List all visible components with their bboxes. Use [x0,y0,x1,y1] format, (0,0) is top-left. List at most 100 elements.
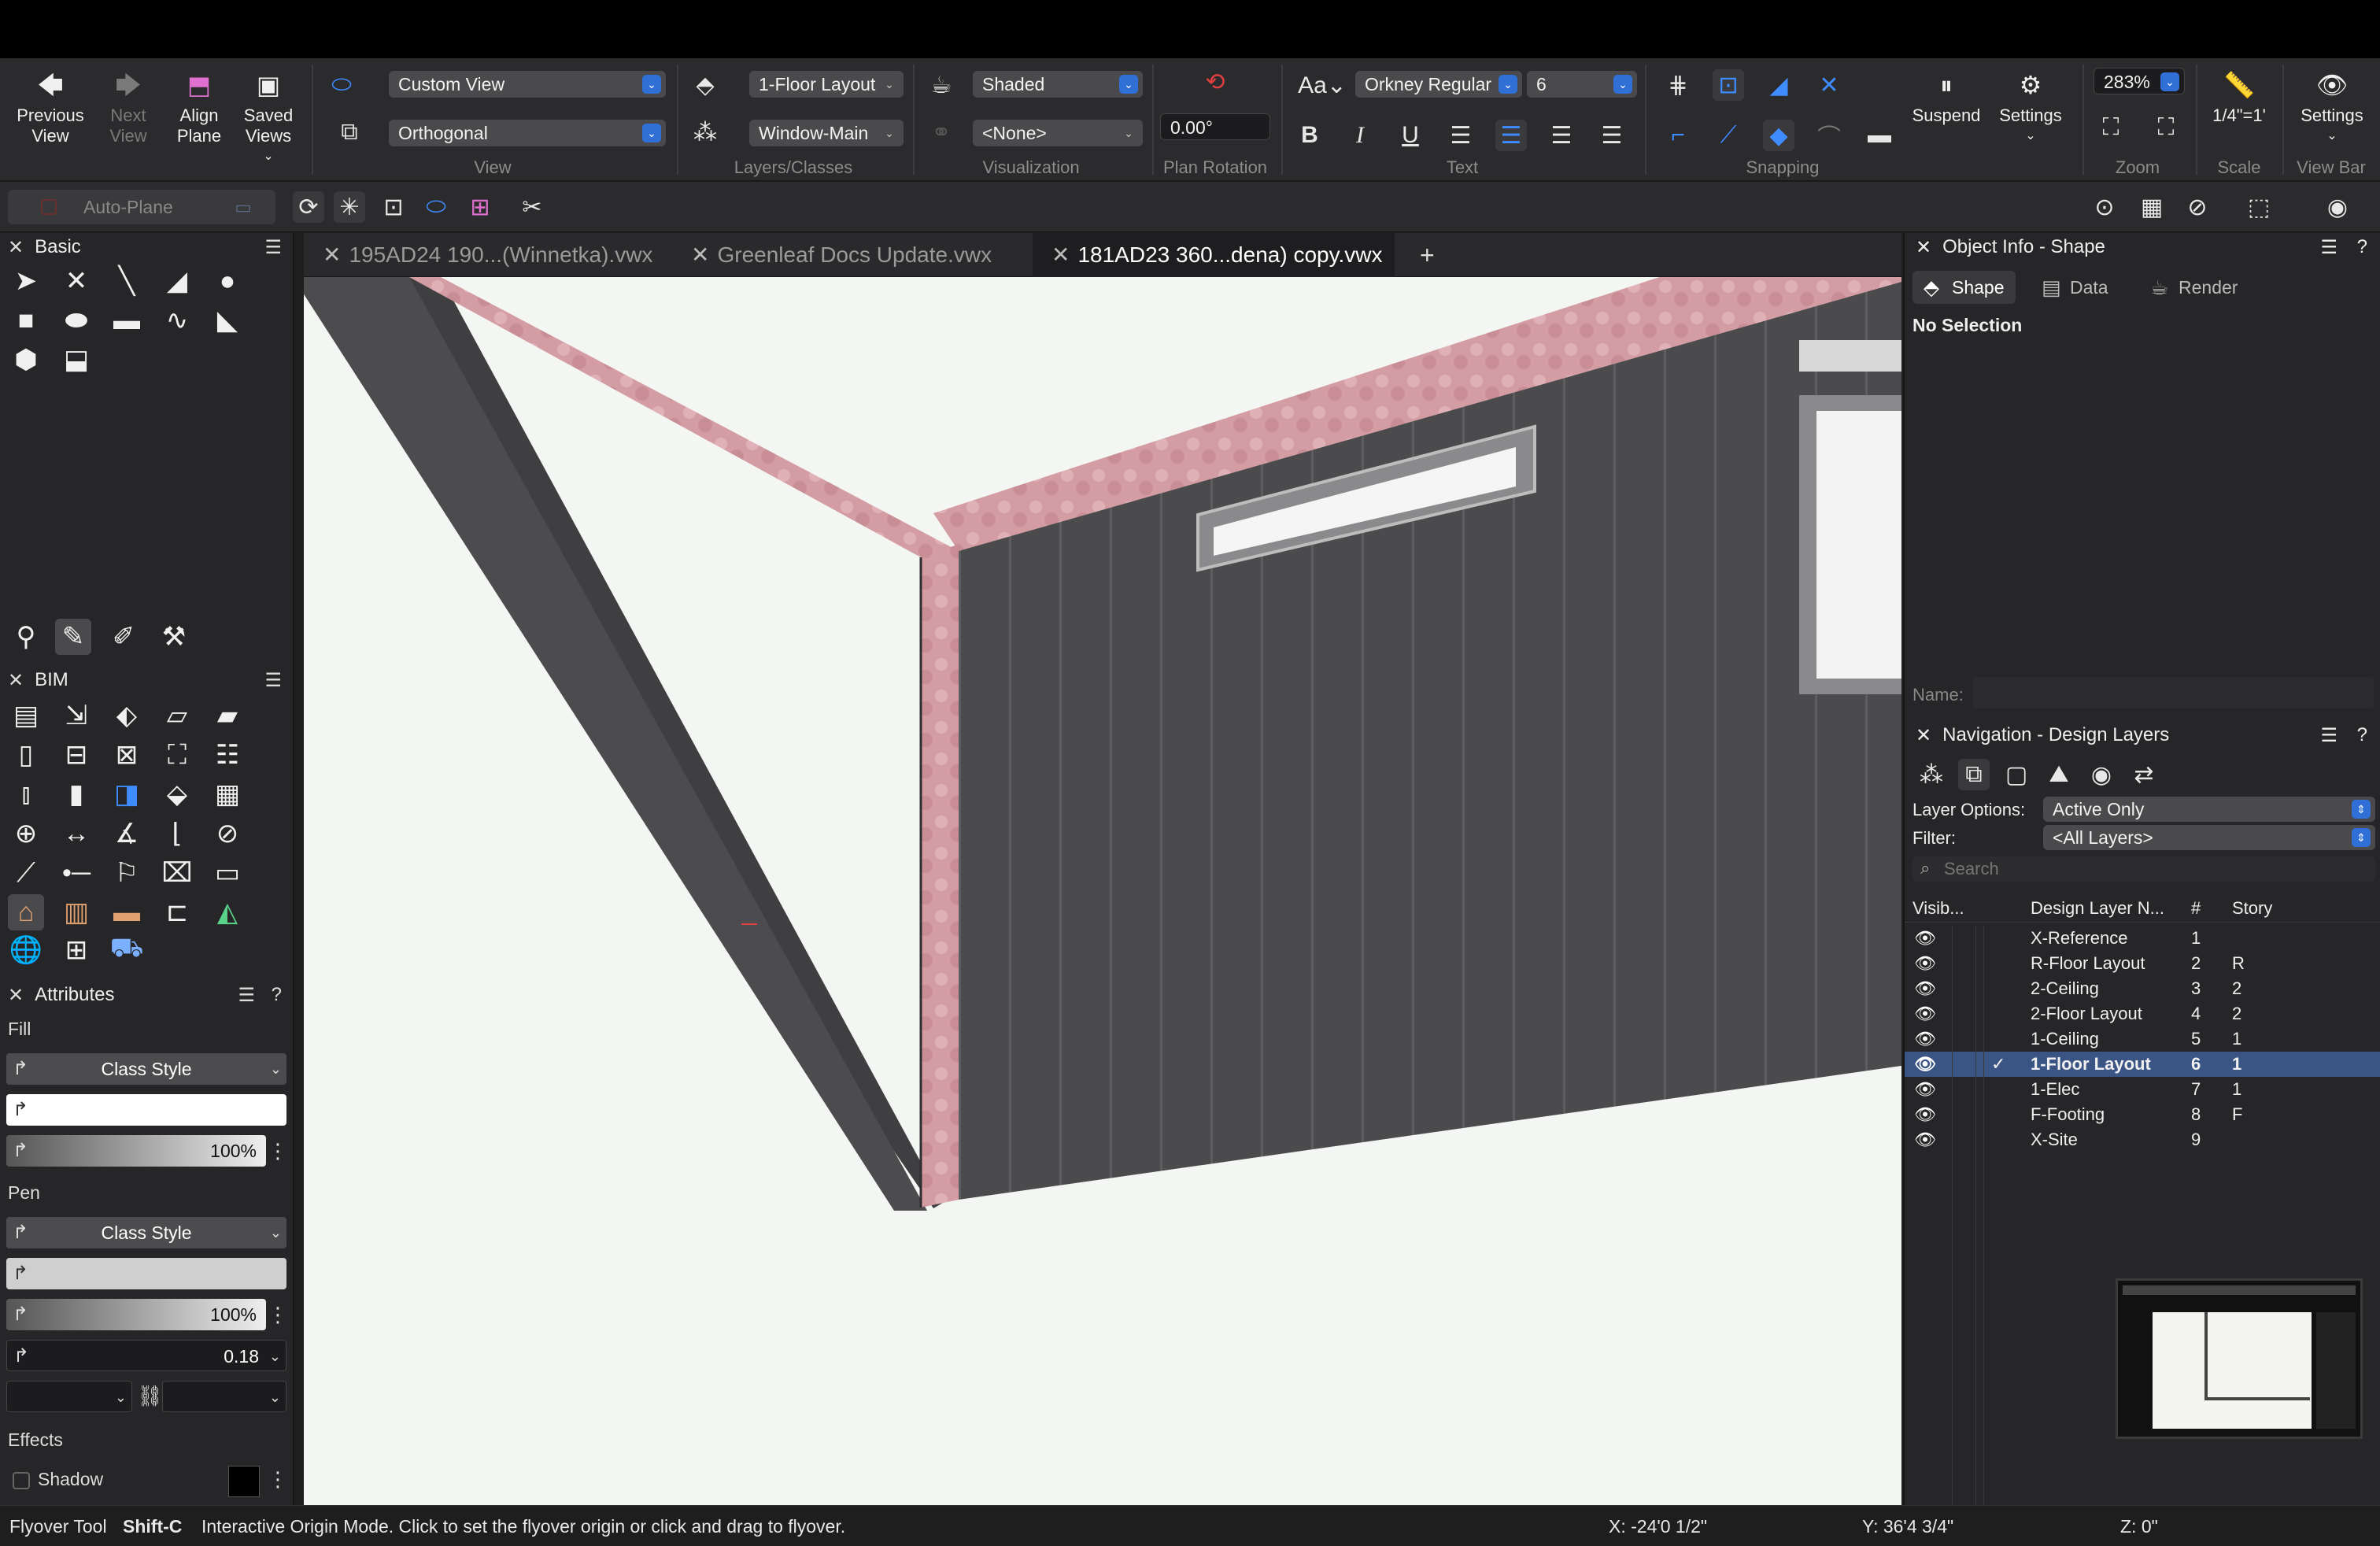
align-right-icon[interactable]: ☰ [1546,120,1577,151]
saved-views-button[interactable]: ▣ Saved Views ⌄ [233,69,304,167]
pen-opacity-slider[interactable]: ↱ 100% ⋮ [6,1299,288,1330]
align-center-icon[interactable]: ☰ [1495,120,1527,151]
tool-preferences-icon[interactable]: ✂ [516,191,548,223]
keynote-tool-icon[interactable]: ⚐ [109,855,145,891]
align-plane-button[interactable]: ⬒ Align Plane [164,69,235,146]
visualization-set-icon[interactable]: 🌐 [8,932,44,968]
tools-set-icon[interactable]: ⚒ [156,619,192,655]
eye-icon[interactable]: 👁 [1914,1001,1936,1026]
close-icon[interactable]: ✕ [8,236,24,259]
cabinet-tool-icon[interactable]: ⬙ [159,776,195,812]
zoom-field[interactable]: 283% ⌄ [2094,68,2185,94]
eye-icon[interactable]: 👁 [1914,1052,1936,1077]
line-tool-icon[interactable]: ╲ [109,263,145,299]
column-tool-icon[interactable]: ⫾ [8,776,44,812]
scale-button[interactable]: 📏 1/4"=1' [2204,69,2275,126]
grid-tool-icon[interactable]: ▦ [209,776,246,812]
drafting-set-icon[interactable]: ⚲ [8,619,44,655]
eye-icon[interactable]: 👁 [1914,1102,1936,1127]
callout-tool-icon[interactable]: •─ [58,855,94,891]
shadow-color-swatch[interactable] [228,1466,260,1497]
pen-thickness-dropdown[interactable]: ↱ 0.18 ⌄ [6,1340,286,1371]
snap-tangent-icon[interactable]: ⌒ [1813,120,1845,151]
close-icon[interactable]: ✕ [323,242,341,267]
justify-icon[interactable]: ☰ [1596,120,1628,151]
grid-plane-icon[interactable]: ⊞ [464,191,496,223]
snap-edge-icon[interactable]: ◆ [1763,120,1794,151]
layers-icon[interactable]: ⬘ [689,69,721,101]
render-mode-dropdown[interactable]: Shaded ⌄ [973,71,1143,98]
more-icon[interactable]: ⋮ [268,1135,288,1167]
font-size-dropdown[interactable]: 6 ⌄ [1527,71,1637,98]
snap-angle-icon[interactable]: ◢ [1763,69,1794,101]
angle-dimension-tool-icon[interactable]: ∡ [109,816,145,852]
column-story[interactable]: Story [2232,894,2272,923]
flyover-origin-icon[interactable]: ✳ [334,191,365,223]
bold-icon[interactable]: B [1294,120,1325,151]
references-icon[interactable]: ⇄ [2128,759,2160,790]
eye-icon[interactable]: 👁 [1914,1077,1936,1102]
roof-tool-icon[interactable]: ⬖ [109,697,145,734]
suspend-button[interactable]: ⏸ Suspend [1911,69,1982,126]
tag-tool-icon[interactable]: ⌧ [159,855,195,891]
eye-icon[interactable]: 👁 [1914,976,1936,1001]
filter-dropdown[interactable]: <All Layers> ⇕ [2043,825,2375,850]
view-bar-settings-button[interactable]: 👁 Settings ⌄ [2290,69,2374,146]
doc-tab-pasadena-copy[interactable]: ✕ 181AD23 360...dena) copy.vwx [1033,233,1395,277]
snap-distance-icon[interactable]: ⌐ [1662,120,1694,151]
shadow-checkbox[interactable] [13,1472,30,1489]
projection-dropdown[interactable]: Orthogonal ⌄ [389,120,666,146]
section-tool-icon[interactable]: ⌊ [159,816,195,852]
furniture-set-icon[interactable]: ▥ [58,894,94,930]
close-icon[interactable]: ✕ [691,242,709,267]
arc-tool-icon[interactable]: ◢ [159,263,195,299]
stair-tool-icon[interactable]: ⛶ [159,737,195,773]
fill-opacity-slider[interactable]: ↱ 100% ⋮ [6,1135,288,1167]
column-number[interactable]: # [2191,894,2201,923]
close-icon[interactable]: ✕ [8,669,24,692]
circle-tool-icon[interactable]: ● [209,263,246,299]
fit-to-window-icon[interactable]: ⛶ [2095,112,2127,143]
font-icon[interactable]: Aa⌄ [1298,69,1347,101]
menu-icon[interactable]: ☰ [2320,724,2338,747]
help-icon[interactable]: ? [2357,724,2367,746]
teapot-icon[interactable]: ☕ [926,69,957,101]
pen-style-dropdown[interactable]: ↱ Class Style ⌄ [6,1217,286,1248]
menu-icon[interactable]: ☰ [238,984,255,1007]
locus-tool-icon[interactable]: ✕ [58,263,94,299]
eye-icon[interactable]: 👁 [1914,926,1936,951]
close-icon[interactable]: ✕ [1051,242,1070,267]
tab-data[interactable]: ▤ Data [2031,271,2119,304]
layout-icon[interactable]: ▦ [2136,191,2168,223]
hide-icon[interactable]: ⊘ [2182,191,2213,223]
door-tool-icon[interactable]: ▯ [8,737,44,773]
layer-dropdown[interactable]: 1-Floor Layout ⌄ [749,71,904,98]
classes-icon[interactable]: ⁂ [689,117,721,148]
link-markers-icon[interactable]: ⛓ [137,1384,163,1408]
pen-set-icon[interactable]: ✐ [105,619,142,655]
fill-color-swatch[interactable]: ↱ [6,1094,286,1126]
detailing-set-icon[interactable]: ▬ [109,894,145,930]
menu-icon[interactable]: ☰ [264,669,282,692]
snap-smart-points-icon[interactable]: ⟋ [1713,120,1744,151]
snap-loupe-icon[interactable]: ⊙ [2089,191,2120,223]
elevation-tool-icon[interactable]: ⟋ [8,855,44,891]
saved-views-icon[interactable]: ◉ [2086,759,2117,790]
eye-icon[interactable]: 👁 [1914,951,1936,976]
more-icon[interactable]: ⋮ [268,1467,288,1492]
flyover-mode-icon[interactable]: ⟳ [293,191,324,223]
start-marker-dropdown[interactable]: ⌄ [6,1381,132,1412]
wall-join-tool-icon[interactable]: ⇲ [58,697,94,734]
wall-tool-icon[interactable]: ▤ [8,697,44,734]
search-input[interactable] [1944,856,2369,882]
transport-set-icon[interactable]: ⛟ [109,932,145,968]
class-dropdown[interactable]: Window-Main ⌄ [749,120,904,146]
oval-tool-icon[interactable]: ⬬ [58,302,94,338]
next-view-button[interactable]: 🡆 Next View [93,69,164,146]
doc-tab-greenleaf[interactable]: ✕ Greenleaf Docs Update.vwx [672,233,1031,277]
visibility-icon[interactable]: ◉ [2322,191,2353,223]
menu-icon[interactable]: ☰ [2320,236,2338,259]
pen-color-swatch[interactable]: ↱ [6,1258,286,1289]
floor-tool-icon[interactable]: ▰ [209,697,246,734]
working-plane-icon[interactable]: ⬭ [420,191,452,223]
